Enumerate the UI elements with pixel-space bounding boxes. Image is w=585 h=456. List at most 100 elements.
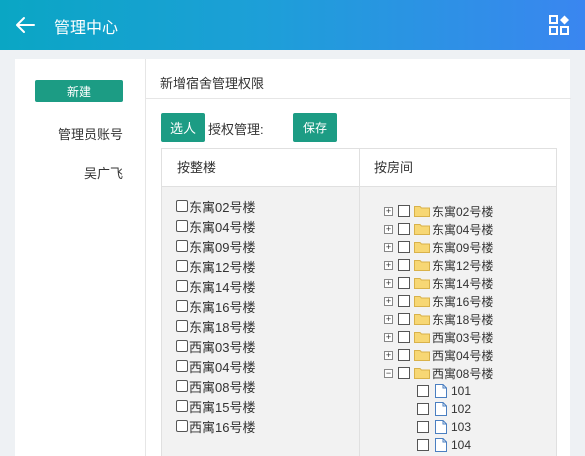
checkbox[interactable] <box>176 260 188 272</box>
checkbox[interactable] <box>398 295 410 307</box>
tree-node-label[interactable]: 东寓16号楼 <box>432 293 493 310</box>
apps-grid-icon[interactable] <box>548 14 570 36</box>
room-label[interactable]: 101 <box>451 384 471 398</box>
tree-node-label[interactable]: 东寓09号楼 <box>432 239 493 256</box>
expand-icon[interactable]: + <box>384 332 393 342</box>
room-label[interactable]: 103 <box>451 420 471 434</box>
checkbox[interactable] <box>176 200 188 212</box>
page-title: 管理中心 <box>54 20 119 37</box>
folder-icon <box>414 350 430 361</box>
tree-node-label[interactable]: 东寓18号楼 <box>432 311 493 328</box>
file-icon <box>435 420 447 434</box>
checkbox[interactable] <box>398 259 410 271</box>
checkbox[interactable] <box>398 331 410 343</box>
checkbox[interactable] <box>176 380 188 392</box>
checkbox[interactable] <box>176 280 188 292</box>
expand-icon[interactable]: + <box>384 278 393 288</box>
checkbox[interactable] <box>398 241 410 253</box>
file-icon <box>435 384 447 398</box>
folder-icon <box>414 260 430 271</box>
building-checkbox-item[interactable]: 西寓08号楼 <box>176 377 255 395</box>
file-icon <box>435 402 447 416</box>
checkbox[interactable] <box>176 240 188 252</box>
building-checkbox-item[interactable]: 东寓12号楼 <box>176 257 255 275</box>
checkbox[interactable] <box>398 313 410 325</box>
tree-node-building: + 东寓02号楼 <box>384 203 493 219</box>
checkbox[interactable] <box>398 223 410 235</box>
building-checkbox-item[interactable]: 西寓03号楼 <box>176 337 255 355</box>
building-label: 东寓04号楼 <box>189 219 256 235</box>
checkbox[interactable] <box>176 220 188 232</box>
building-checkbox-item[interactable]: 东寓04号楼 <box>176 217 255 235</box>
building-checkbox-item[interactable]: 西寓04号楼 <box>176 357 255 375</box>
expand-icon[interactable]: + <box>384 242 393 252</box>
tree-node-label[interactable]: 西寓04号楼 <box>432 347 493 364</box>
building-label: 东寓16号楼 <box>189 299 256 315</box>
building-label: 东寓12号楼 <box>189 259 256 275</box>
checkbox[interactable] <box>417 403 429 415</box>
building-label: 西寓16号楼 <box>189 419 256 435</box>
file-icon <box>435 438 447 452</box>
tree-node-label[interactable]: 西寓08号楼 <box>432 365 493 382</box>
checkbox[interactable] <box>176 420 188 432</box>
divider <box>146 98 571 99</box>
folder-icon <box>414 242 430 253</box>
building-list: 东寓02号楼东寓04号楼 东寓09号楼 东寓12号楼东寓14号楼东寓16号楼 东寓18… <box>162 187 360 456</box>
column-header-building: 按整楼 <box>162 149 360 187</box>
checkbox[interactable] <box>398 205 410 217</box>
room-tree: + 东寓02号楼 + 东寓04号楼 + 东寓09号楼 + 东寓12号楼 + 东寓14号楼 + 东寓16… <box>360 187 556 456</box>
building-checkbox-item[interactable]: 东寓18号楼 <box>176 317 255 335</box>
checkbox[interactable] <box>398 277 410 289</box>
tree-node-building: + 东寓16号楼 <box>384 293 493 309</box>
building-label: 西寓15号楼 <box>189 399 256 415</box>
tree-node-label[interactable]: 东寓12号楼 <box>432 257 493 274</box>
room-label[interactable]: 104 <box>451 438 471 452</box>
room-label[interactable]: 102 <box>451 402 471 416</box>
building-checkbox-item[interactable]: 东寓09号楼 <box>176 237 255 255</box>
tree-node-building: + 西寓03号楼 <box>384 329 493 345</box>
checkbox[interactable] <box>398 349 410 361</box>
tree-node-building: + 东寓14号楼 <box>384 275 493 291</box>
checkbox[interactable] <box>176 320 188 332</box>
checkbox[interactable] <box>417 421 429 433</box>
select-person-button[interactable]: 选人 <box>161 113 205 142</box>
auth-label: 授权管理: <box>208 122 264 137</box>
checkbox[interactable] <box>176 300 188 312</box>
building-checkbox-item[interactable]: 西寓16号楼 <box>176 417 255 435</box>
building-label: 西寓04号楼 <box>189 359 256 375</box>
save-button[interactable]: 保存 <box>293 113 337 142</box>
tree-node-label[interactable]: 西寓03号楼 <box>432 329 493 346</box>
building-checkbox-item[interactable]: 东寓14号楼 <box>176 277 255 295</box>
building-checkbox-item[interactable]: 东寓02号楼 <box>176 197 255 215</box>
expand-icon[interactable]: + <box>384 260 393 270</box>
building-label: 东寓09号楼 <box>189 239 256 255</box>
collapse-icon[interactable]: − <box>384 368 393 378</box>
content-card: 新建 管理员账号 吴广飞 新增宿舍管理权限 选人 授权管理: 保存 按整楼 按房… <box>15 59 571 456</box>
checkbox[interactable] <box>398 367 410 379</box>
tree-node-label[interactable]: 东寓14号楼 <box>432 275 493 292</box>
building-checkbox-item[interactable]: 西寓15号楼 <box>176 397 255 415</box>
back-arrow-icon[interactable] <box>10 10 40 40</box>
checkbox[interactable] <box>176 400 188 412</box>
tree-node-building: + 西寓04号楼 <box>384 347 493 363</box>
expand-icon[interactable]: + <box>384 206 393 216</box>
sidebar: 新建 管理员账号 吴广飞 <box>15 59 145 456</box>
checkbox[interactable] <box>176 360 188 372</box>
expand-icon[interactable]: + <box>384 224 393 234</box>
checkbox[interactable] <box>417 439 429 451</box>
building-label: 西寓03号楼 <box>189 339 256 355</box>
checkbox[interactable] <box>417 385 429 397</box>
folder-icon <box>414 314 430 325</box>
sidebar-item-user[interactable]: 吴广飞 <box>15 163 123 182</box>
new-button[interactable]: 新建 <box>35 80 123 102</box>
building-label: 东寓18号楼 <box>189 319 256 335</box>
expand-icon[interactable]: + <box>384 296 393 306</box>
expand-icon[interactable]: + <box>384 350 393 360</box>
folder-icon <box>414 332 430 343</box>
tree-node-label[interactable]: 东寓02号楼 <box>432 203 493 220</box>
tree-node-label[interactable]: 东寓04号楼 <box>432 221 493 238</box>
building-checkbox-item[interactable]: 东寓16号楼 <box>176 297 255 315</box>
checkbox[interactable] <box>176 340 188 352</box>
expand-icon[interactable]: + <box>384 314 393 324</box>
sidebar-item-admin-account[interactable]: 管理员账号 <box>15 124 123 143</box>
